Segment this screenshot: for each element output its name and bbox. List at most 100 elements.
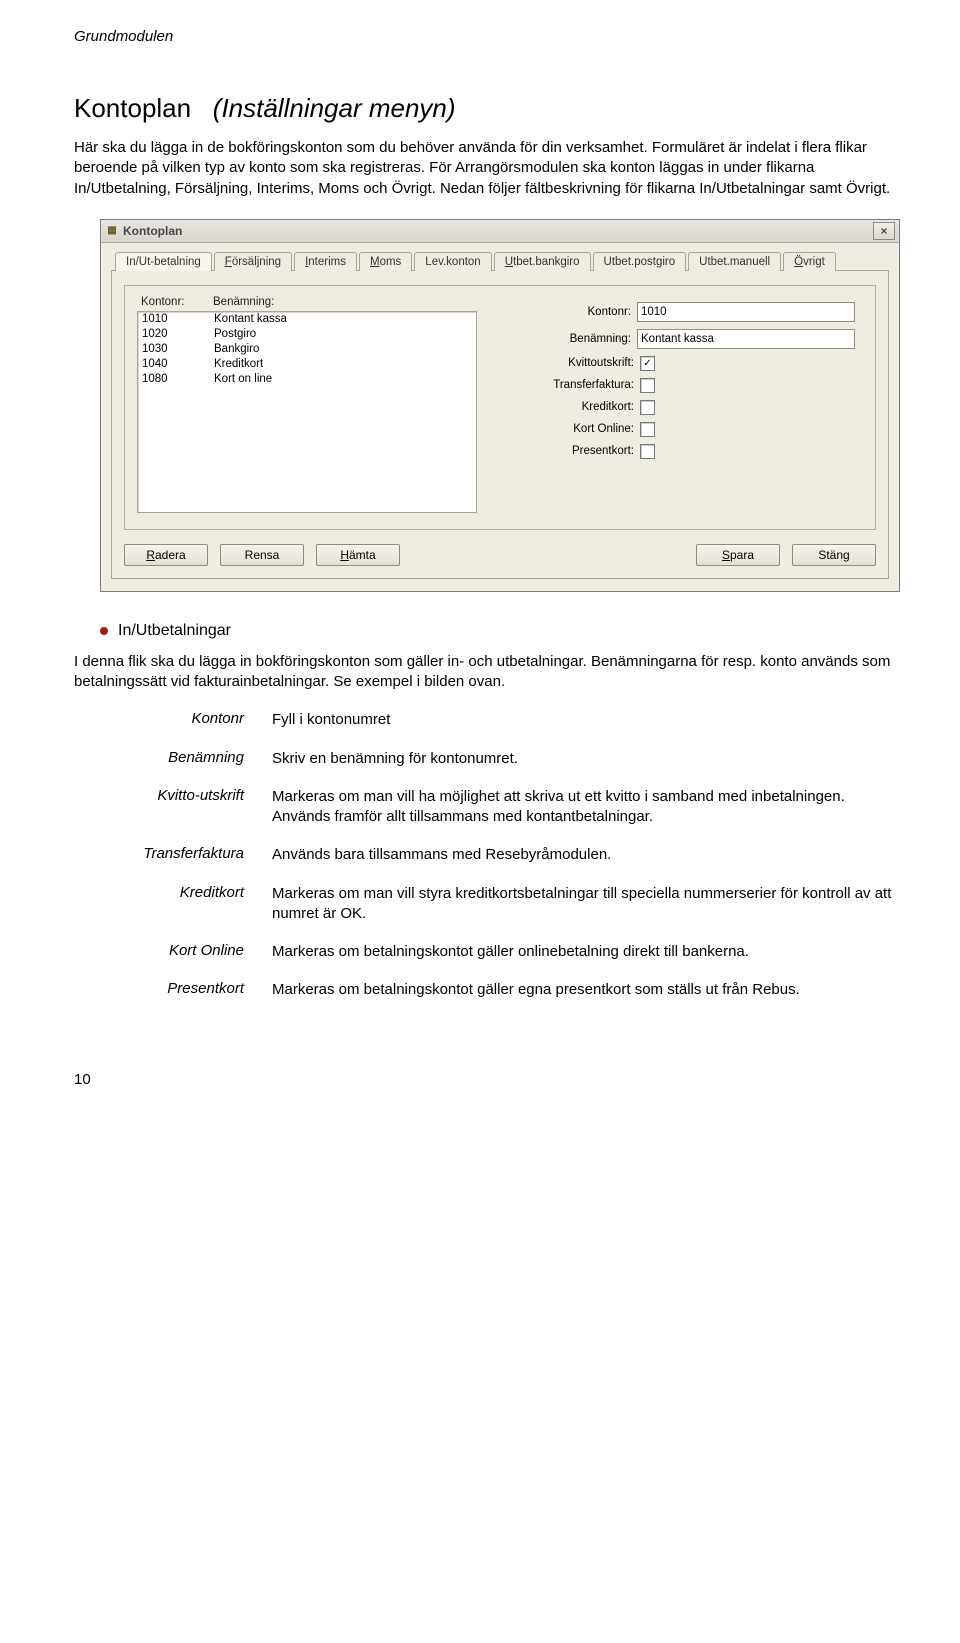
btn-hotkey: H <box>340 548 349 562</box>
def-row: Kort OnlineMarkeras om betalningskontot … <box>74 942 904 962</box>
rensa-button[interactable]: Rensa <box>220 544 304 566</box>
tab-utbet-bankgiro[interactable]: Utbet.bankgiro <box>494 252 591 271</box>
kontonr-label: Kontonr: <box>588 306 631 318</box>
def-term: Kvitto-utskrift <box>74 787 272 828</box>
list-item[interactable]: 1080Kort on line <box>138 372 476 387</box>
def-row: TransferfakturaAnvänds bara tillsammans … <box>74 845 904 865</box>
kvittoutskrift-label: Kvittoutskrift: <box>568 357 634 369</box>
group-box: Kontonr: Benämning: 1010Kontant kassa 10… <box>124 285 876 530</box>
list-header-benamning: Benämning: <box>213 296 274 308</box>
def-term: Transferfaktura <box>74 845 272 865</box>
def-desc: Markeras om man vill ha möjlighet att sk… <box>272 787 904 828</box>
btn-label: adera <box>155 548 186 562</box>
cell-nr: 1020 <box>142 327 214 342</box>
btn-label: Stäng <box>818 548 849 562</box>
tab-label: örsäljning <box>232 256 281 268</box>
kreditkort-label: Kreditkort: <box>582 401 634 413</box>
tab-levkonton[interactable]: Lev.konton <box>414 252 491 271</box>
tab-utbet-manuell[interactable]: Utbet.manuell <box>688 252 781 271</box>
title-subtitle: (Inställningar menyn) <box>213 93 456 123</box>
window-close-button[interactable]: × <box>873 222 895 240</box>
tab-ovrigt[interactable]: Övrigt <box>783 252 836 271</box>
transferfaktura-label: Transferfaktura: <box>553 379 634 391</box>
page-heading: Kontoplan (Inställningar menyn) <box>74 93 904 124</box>
tab-hotkey: M <box>370 256 380 268</box>
tab-hotkey: U <box>505 256 513 268</box>
tab-bar: In/Ut-betalning Försäljning Interims Mom… <box>111 251 889 270</box>
account-listbox[interactable]: 1010Kontant kassa 1020Postgiro 1030Bankg… <box>137 311 477 513</box>
tab-interims[interactable]: Interims <box>294 252 357 271</box>
running-header: Grundmodulen <box>74 28 904 45</box>
tab-inut[interactable]: In/Ut-betalning <box>115 252 212 271</box>
tab-label: Lev.konton <box>425 256 480 268</box>
tab-label: tbet.bankgiro <box>513 256 580 268</box>
cell-nr: 1010 <box>142 312 214 327</box>
tab-label: Utbet.manuell <box>699 256 770 268</box>
presentkort-label: Presentkort: <box>572 445 634 457</box>
intro-paragraph: Här ska du lägga in de bokföringskonton … <box>74 138 904 199</box>
form-pane: Kontonr: Benämning: Kvittoutskrift: ✓ <box>491 296 863 513</box>
account-list-pane: Kontonr: Benämning: 1010Kontant kassa 10… <box>137 296 477 513</box>
tab-moms[interactable]: Moms <box>359 252 412 271</box>
tab-forsaljning[interactable]: Försäljning <box>214 252 292 271</box>
def-desc: Markeras om betalningskontot gäller egna… <box>272 980 904 1000</box>
def-desc: Fyll i kontonumret <box>272 710 904 730</box>
window-icon: ▦ <box>105 224 119 238</box>
tab-utbet-postgiro[interactable]: Utbet.postgiro <box>593 252 687 271</box>
cell-name: Kreditkort <box>214 357 263 372</box>
kortonline-label: Kort Online: <box>573 423 634 435</box>
btn-label: Rensa <box>245 548 280 562</box>
presentkort-checkbox[interactable] <box>640 444 655 459</box>
tab-label: vrigt <box>803 256 825 268</box>
def-term: Benämning <box>74 749 272 769</box>
list-item[interactable]: 1010Kontant kassa <box>138 312 476 327</box>
spara-button[interactable]: Spara <box>696 544 780 566</box>
kontoplan-window: ▦ Kontoplan × In/Ut-betalning Försäljnin… <box>100 219 900 592</box>
list-item[interactable]: 1030Bankgiro <box>138 342 476 357</box>
def-desc: Används bara tillsammans med Resebyråmod… <box>272 845 904 865</box>
title-main: Kontoplan <box>74 93 191 123</box>
list-header: Kontonr: Benämning: <box>137 296 477 311</box>
def-term: Kreditkort <box>74 884 272 925</box>
section-heading: In/Utbetalningar <box>118 622 231 640</box>
cell-nr: 1080 <box>142 372 214 387</box>
kontonr-input[interactable] <box>637 302 855 322</box>
bullet-icon <box>100 627 108 635</box>
def-row: Kvitto-utskriftMarkeras om man vill ha m… <box>74 787 904 828</box>
tab-hotkey: Ö <box>794 256 803 268</box>
cell-name: Kontant kassa <box>214 312 287 327</box>
stang-button[interactable]: Stäng <box>792 544 876 566</box>
kreditkort-checkbox[interactable] <box>640 400 655 415</box>
cell-name: Postgiro <box>214 327 256 342</box>
btn-hotkey: S <box>722 548 730 562</box>
kortonline-checkbox[interactable] <box>640 422 655 437</box>
page-number: 10 <box>74 1071 904 1088</box>
cell-nr: 1030 <box>142 342 214 357</box>
tab-hotkey: F <box>225 256 232 268</box>
kvittoutskrift-checkbox[interactable]: ✓ <box>640 356 655 371</box>
def-term: Presentkort <box>74 980 272 1000</box>
section-intro: I denna flik ska du lägga in bokföringsk… <box>74 652 904 693</box>
list-item[interactable]: 1040Kreditkort <box>138 357 476 372</box>
window-title: Kontoplan <box>123 224 182 238</box>
tab-label: oms <box>380 256 402 268</box>
tab-panel: Kontonr: Benämning: 1010Kontant kassa 10… <box>111 270 889 579</box>
tab-label: Utbet.postgiro <box>604 256 676 268</box>
def-term: Kort Online <box>74 942 272 962</box>
def-row: BenämningSkriv en benämning för kontonum… <box>74 749 904 769</box>
hamta-button[interactable]: Hämta <box>316 544 400 566</box>
def-desc: Skriv en benämning för kontonumret. <box>272 749 904 769</box>
section-heading-row: In/Utbetalningar <box>100 622 904 640</box>
btn-label: ämta <box>349 548 376 562</box>
benamning-input[interactable] <box>637 329 855 349</box>
definition-list: KontonrFyll i kontonumret BenämningSkriv… <box>74 710 904 1000</box>
radera-button[interactable]: Radera <box>124 544 208 566</box>
list-item[interactable]: 1020Postgiro <box>138 327 476 342</box>
transferfaktura-checkbox[interactable] <box>640 378 655 393</box>
tab-label: In/Ut-betalning <box>126 256 201 268</box>
tab-label: nterims <box>308 256 346 268</box>
window-titlebar: ▦ Kontoplan × <box>101 220 899 243</box>
def-row: PresentkortMarkeras om betalningskontot … <box>74 980 904 1000</box>
cell-nr: 1040 <box>142 357 214 372</box>
list-header-kontonr: Kontonr: <box>141 296 213 308</box>
